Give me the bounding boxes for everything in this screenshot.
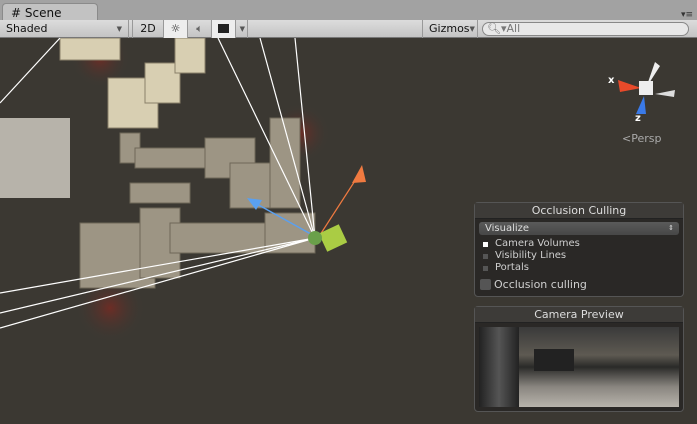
scene-toolbar: Shaded ▼ 2D ☼ 🔈︎ ▼ Gizmos ▼ 🔍︎▾All — [0, 19, 697, 38]
checkbox-icon — [480, 279, 491, 290]
tab-scene[interactable]: # Scene — [2, 3, 98, 21]
tab-bar: # Scene ▾≡ — [0, 0, 697, 21]
shading-label: Shaded — [6, 22, 48, 35]
image-icon — [218, 24, 229, 33]
2d-label: 2D — [140, 22, 156, 35]
updown-icon: ⇕ — [668, 224, 674, 232]
visualize-dropdown[interactable]: Visualize ⇕ — [479, 222, 679, 235]
camera-volumes-toggle[interactable]: Camera Volumes — [475, 238, 683, 250]
panel-title: Camera Preview — [475, 307, 683, 323]
grid-icon: # — [11, 6, 22, 20]
z-axis-label: z — [635, 113, 641, 124]
search-placeholder: All — [506, 22, 521, 35]
visualize-label: Visualize — [485, 223, 530, 234]
building-block — [0, 118, 70, 198]
speaker-icon: 🔈︎ — [196, 21, 203, 35]
search-input[interactable]: 🔍︎▾All — [482, 22, 689, 36]
square-icon — [483, 241, 488, 247]
shading-dropdown[interactable]: Shaded ▼ — [0, 19, 129, 38]
occlusion-culling-panel: Occlusion Culling Visualize ⇕ Camera Volu… — [474, 202, 684, 297]
item-label: Camera Volumes — [495, 238, 580, 249]
square-icon — [483, 265, 488, 271]
chevron-down-icon: ▼ — [116, 24, 122, 33]
chevron-down-icon: ▼ — [469, 24, 475, 33]
item-label: Visibility Lines — [495, 250, 567, 261]
2d-toggle[interactable]: 2D — [132, 19, 164, 38]
projection-label: Persp — [631, 132, 662, 145]
square-icon — [483, 253, 488, 259]
effects-toggle[interactable] — [212, 19, 236, 38]
scene-view[interactable]: x z <Persp Occlusion Culling Visualize ⇕ … — [0, 38, 697, 424]
projection-toggle[interactable]: <Persp — [622, 132, 661, 145]
corridor-blocks — [79, 117, 316, 289]
visibility-lines-toggle[interactable]: Visibility Lines — [475, 250, 683, 262]
orientation-gizmo[interactable]: x z <Persp — [600, 52, 690, 152]
item-label: Portals — [495, 262, 529, 273]
audio-toggle[interactable]: 🔈︎ — [188, 19, 212, 38]
camera-preview-image — [479, 327, 679, 407]
search-icon: 🔍︎▾ — [487, 22, 507, 35]
occlusion-culling-checkbox[interactable]: Occlusion culling — [475, 278, 683, 291]
lighting-toggle[interactable]: ☼ — [164, 19, 188, 38]
axis-gizmo-icon — [618, 62, 675, 114]
effects-dropdown[interactable]: ▼ — [236, 19, 248, 38]
level-blocks — [59, 38, 206, 129]
gizmos-dropdown[interactable]: Gizmos ▼ — [422, 19, 478, 38]
panel-title: Occlusion Culling — [475, 203, 683, 219]
chevron-down-icon: ▼ — [239, 24, 245, 33]
tab-menu-icon[interactable]: ▾≡ — [681, 10, 693, 20]
x-axis-label: x — [608, 75, 615, 86]
tab-title: Scene — [24, 6, 62, 20]
gizmos-label: Gizmos — [429, 22, 470, 35]
camera-preview-panel: Camera Preview — [474, 306, 684, 412]
sun-icon: ☼ — [170, 22, 181, 35]
checkbox-label: Occlusion culling — [494, 278, 587, 291]
portals-toggle[interactable]: Portals — [475, 262, 683, 274]
